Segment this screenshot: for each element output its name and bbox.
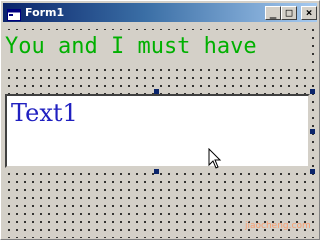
minimize-icon: _ [269, 6, 277, 19]
label-control[interactable]: You and I must have [5, 30, 310, 64]
watermark-text: jiaocheng.com [245, 221, 311, 231]
form-design-surface[interactable]: You and I must have Text1 [3, 24, 317, 238]
close-button[interactable]: × [301, 6, 317, 20]
title-bar[interactable]: Form1 _ □ × [3, 3, 317, 22]
maximize-icon: □ [285, 6, 293, 19]
window-title: Form1 [25, 6, 65, 19]
form-window: Form1 _ □ × You and I must have Text1 ji… [0, 0, 320, 240]
selection-handle-bottom-center[interactable] [154, 169, 159, 174]
close-icon: × [305, 6, 313, 19]
selection-handle-middle-right[interactable] [310, 129, 315, 134]
textbox-value: Text1 [11, 99, 78, 127]
textbox-control[interactable]: Text1 [5, 94, 310, 168]
label-caption: You and I must have [5, 34, 257, 59]
form-icon [7, 6, 21, 21]
maximize-button[interactable]: □ [281, 6, 297, 20]
arrow-cursor-icon [208, 147, 224, 170]
selection-handle-top-center[interactable] [154, 89, 159, 94]
selection-handle-bottom-right[interactable] [310, 169, 315, 174]
minimize-button[interactable]: _ [265, 6, 281, 20]
selection-handle-top-right[interactable] [310, 89, 315, 94]
